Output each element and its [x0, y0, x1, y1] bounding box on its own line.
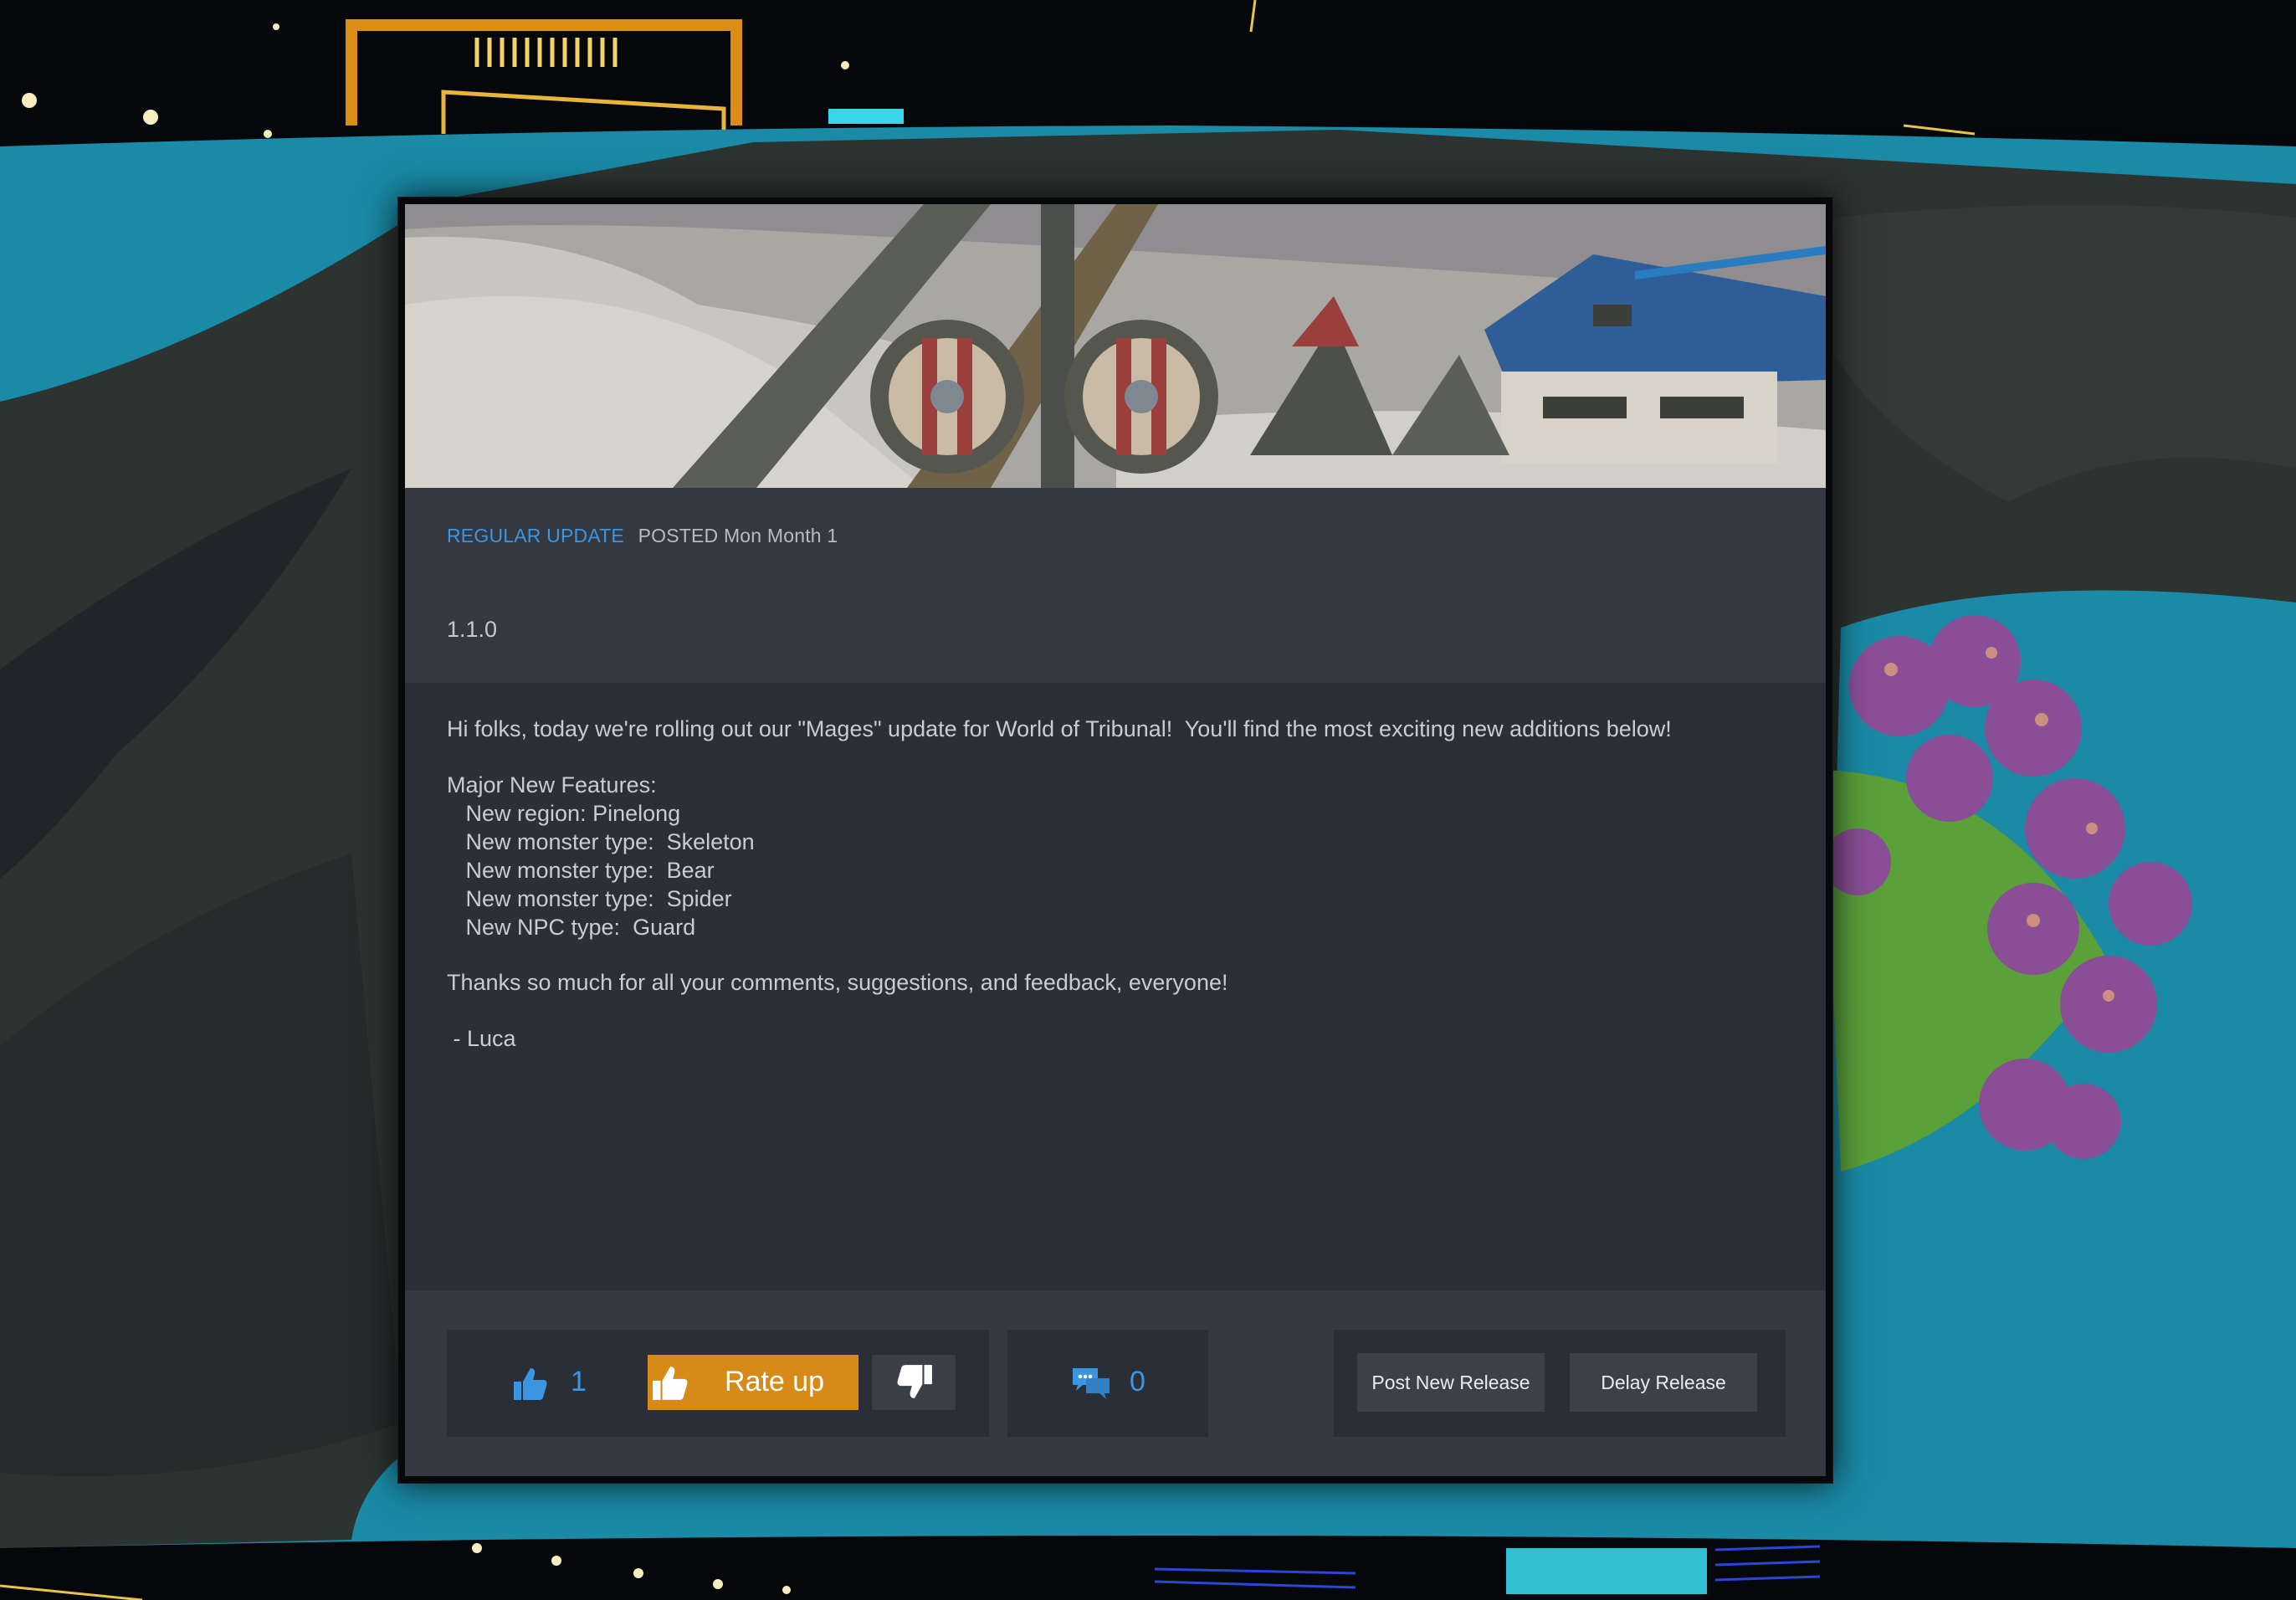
delay-release-button[interactable]: Delay Release	[1570, 1353, 1757, 1412]
posted-date: Mon Month 1	[723, 525, 838, 546]
rating-panel: 1 Rate up	[447, 1330, 989, 1437]
posted-label: POSTED	[638, 525, 719, 546]
comments-count: 0	[1130, 1366, 1145, 1397]
update-banner-image	[405, 204, 1826, 488]
comments-panel[interactable]: 0	[1007, 1330, 1208, 1437]
body-feature-line: New NPC type: Guard	[447, 915, 696, 940]
body-thanks-line: Thanks so much for all your comments, su…	[447, 970, 1228, 995]
patch-notes-dialog: REGULAR UPDATE POSTED Mon Month 1 1.1.0 …	[397, 197, 1833, 1484]
body-feature-line: New monster type: Spider	[447, 886, 732, 911]
thumbs-up-icon	[514, 1368, 547, 1400]
patch-notes-body: Hi folks, today we're rolling out our "M…	[405, 683, 1826, 1290]
release-actions-panel: Post New Release Delay Release	[1334, 1330, 1786, 1437]
rate-up-label: Rate up	[725, 1366, 825, 1397]
chat-bubbles-icon	[1073, 1368, 1110, 1399]
body-feature-line: New monster type: Bear	[447, 858, 715, 883]
post-new-release-button[interactable]: Post New Release	[1357, 1353, 1545, 1412]
post-meta-section: REGULAR UPDATE POSTED Mon Month 1 1.1.0	[405, 488, 1826, 683]
body-signature: - Luca	[447, 1026, 516, 1051]
body-intro-line: Hi folks, today we're rolling out our "M…	[447, 716, 1672, 741]
patch-notes-panel: REGULAR UPDATE POSTED Mon Month 1 1.1.0 …	[405, 204, 1826, 1476]
post-actions-bar: 1 Rate up 0 Post New Release Delay Relea…	[405, 1290, 1826, 1476]
thumbs-up-icon	[653, 1367, 688, 1400]
body-features-heading: Major New Features:	[447, 772, 657, 797]
rate-up-button[interactable]: Rate up	[648, 1355, 858, 1410]
body-feature-line: New region: Pinelong	[447, 801, 681, 826]
post-meta-line: REGULAR UPDATE POSTED Mon Month 1	[447, 525, 838, 547]
update-category-tag[interactable]: REGULAR UPDATE	[447, 525, 624, 546]
like-count: 1	[571, 1366, 587, 1397]
rate-down-button[interactable]	[872, 1355, 956, 1410]
version-title: 1.1.0	[447, 617, 498, 642]
thumbs-down-icon	[897, 1365, 932, 1398]
body-feature-line: New monster type: Skeleton	[447, 829, 755, 854]
